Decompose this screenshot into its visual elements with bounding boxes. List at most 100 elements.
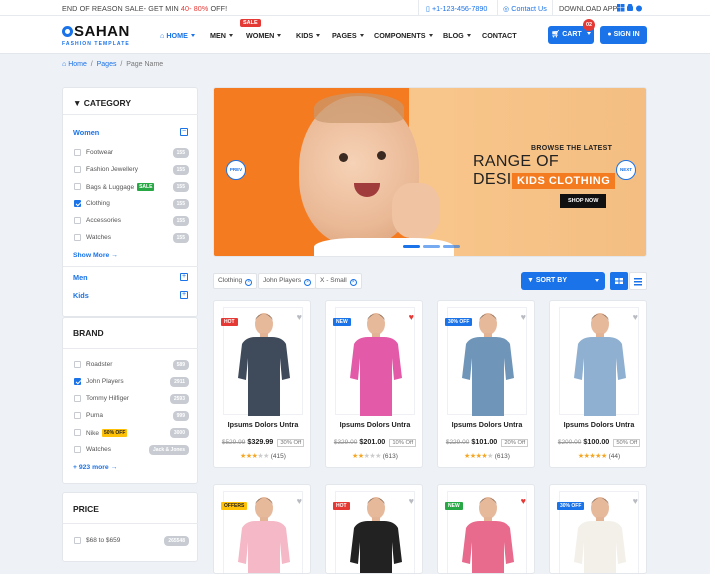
carousel-dot[interactable] [403, 245, 420, 248]
shop-now-button[interactable]: SHOP NOW [560, 194, 607, 208]
product-card[interactable]: 30% OFF ♥ Ipsums Dolors Untra $229.00 $101.… [437, 300, 535, 468]
category-card: ▼ CATEGORY Women − Footwear 155 Fashion J… [62, 87, 198, 317]
product-title[interactable]: Ipsums Dolors Untra [214, 420, 310, 429]
nav-components[interactable]: COMPONENTS [374, 31, 433, 40]
product-card[interactable]: OFFERS ♥ [213, 484, 311, 574]
category-item[interactable]: Fashion Jewellery 155 [73, 165, 189, 175]
app-store-icons[interactable] [617, 4, 643, 12]
checkbox[interactable] [74, 429, 81, 436]
heart-icon[interactable]: ♥ [409, 496, 414, 506]
heart-icon[interactable]: ♥ [633, 312, 638, 322]
expand-women-icon[interactable]: − [180, 128, 188, 136]
product-title[interactable]: Ipsums Dolors Untra [550, 420, 646, 429]
filter-chip[interactable]: John Players × [258, 273, 317, 289]
brand-item[interactable]: John Players 2911 [73, 377, 189, 387]
checkbox[interactable] [74, 149, 81, 156]
heart-icon[interactable]: ♥ [633, 496, 638, 506]
carousel-dot[interactable] [443, 245, 460, 248]
top-bar: END OF REASON SALE- GET MIN 40- 80% OFF!… [0, 0, 710, 16]
contact-link[interactable]: ◎ Contact Us [503, 4, 547, 13]
nav-pages[interactable]: PAGES [332, 31, 364, 40]
category-women[interactable]: Women [73, 128, 99, 137]
price-item[interactable]: $68 to $659 265548 [73, 536, 189, 546]
download-app-label: DOWNLOAD APP [559, 4, 618, 13]
category-title: ▼ CATEGORY [73, 98, 132, 108]
category-item[interactable]: Watches 155 [73, 233, 189, 243]
category-item[interactable]: Accessories 155 [73, 216, 189, 226]
list-view-button[interactable] [629, 272, 647, 290]
heart-icon[interactable]: ♥ [521, 496, 526, 506]
brand-item[interactable]: Tommy Hilfiger 2593 [73, 394, 189, 404]
expand-kids-icon[interactable]: + [180, 291, 188, 299]
brand-item[interactable]: Nike 50% OFF 3000 [73, 428, 189, 438]
breadcrumb-pages[interactable]: Pages [97, 61, 117, 68]
nav-contact[interactable]: CONTACT [482, 31, 517, 40]
sale-tag: SALE [137, 183, 155, 191]
grid-view-button[interactable] [610, 272, 628, 290]
filter-chip[interactable]: Clothing × [213, 273, 258, 289]
brand-item[interactable]: Puma 999 [73, 411, 189, 421]
product-title[interactable]: Ipsums Dolors Untra [438, 420, 534, 429]
more-brands-link[interactable]: + 923 more → [73, 464, 117, 471]
product-card[interactable]: NEW ♥ [437, 484, 535, 574]
expand-men-icon[interactable]: + [180, 273, 188, 281]
checkbox[interactable] [74, 183, 81, 190]
category-kids[interactable]: Kids [73, 291, 89, 300]
checkbox[interactable] [74, 166, 81, 173]
product-image[interactable] [559, 307, 639, 416]
star-icons: ★★★★★ [577, 453, 607, 460]
phone-link[interactable]: ▯ +1-123-456-7890 [426, 4, 487, 13]
nav-kids[interactable]: KIDS [296, 31, 321, 40]
close-icon[interactable]: × [304, 279, 312, 286]
product-card[interactable]: HOT ♥ [325, 484, 423, 574]
carousel-prev-button[interactable]: PREV [226, 160, 246, 180]
arrow-right-icon: → [110, 464, 118, 471]
product-badge: HOT [221, 318, 238, 326]
product-rating: ★★★★★ (44) [577, 453, 621, 460]
checkbox-checked[interactable] [74, 200, 81, 207]
carousel-dot[interactable] [423, 245, 440, 248]
checkbox[interactable] [74, 412, 81, 419]
carousel-next-button[interactable]: NEXT [616, 160, 636, 180]
product-card[interactable]: 30% OFF ♥ [549, 484, 647, 574]
close-icon[interactable]: × [349, 279, 357, 286]
nav-men[interactable]: MEN [210, 31, 233, 40]
checkbox-checked[interactable] [74, 378, 81, 385]
product-title[interactable]: Ipsums Dolors Untra [326, 420, 422, 429]
category-item[interactable]: Footwear 155 [73, 148, 189, 158]
heart-icon[interactable]: ♥ [297, 496, 302, 506]
price-card: PRICE $68 to $659 265548 [62, 492, 198, 562]
heart-icon[interactable]: ♥ [521, 312, 526, 322]
close-icon[interactable]: × [245, 279, 253, 286]
category-item[interactable]: Clothing 155 [73, 199, 189, 209]
brand-item[interactable]: Roadster 589 [73, 360, 189, 370]
filter-chip[interactable]: X - Small × [315, 273, 362, 289]
category-item[interactable]: Bags & Luggage SALE 155 [73, 182, 189, 192]
show-more-link[interactable]: Show More → [73, 252, 118, 259]
product-card[interactable]: HOT ♥ Ipsums Dolors Untra $529.99 $329.99 3… [213, 300, 311, 468]
checkbox[interactable] [74, 217, 81, 224]
phone-icon: ▯ [426, 4, 430, 13]
star-icons: ★★★★★ [464, 453, 493, 460]
heart-icon[interactable]: ♥ [409, 312, 414, 322]
category-men[interactable]: Men [73, 273, 88, 282]
checkbox[interactable] [74, 446, 81, 453]
checkbox[interactable] [74, 361, 81, 368]
sort-by-dropdown[interactable]: ▼ SORT BY [521, 272, 605, 290]
nav-home[interactable]: ⌂ HOME [160, 31, 195, 40]
product-price: $229.00 $101.00 20% Off [438, 437, 534, 447]
brand-item[interactable]: Watches Jack & Jones [73, 445, 189, 455]
sign-in-button[interactable]: ● SIGN IN [600, 26, 647, 44]
logo[interactable]: SAHAN FASHION TEMPLATE [62, 24, 130, 47]
price-title: PRICE [73, 504, 99, 514]
nav-blog[interactable]: BLOG [443, 31, 471, 40]
nav-women[interactable]: WOMEN [246, 31, 282, 40]
product-card[interactable]: NEW ♥ Ipsums Dolors Untra $329.00 $201.00 1… [325, 300, 423, 468]
breadcrumb-home[interactable]: ⌂ Home [62, 61, 87, 68]
checkbox[interactable] [74, 537, 81, 544]
heart-icon[interactable]: ♥ [297, 312, 302, 322]
checkbox[interactable] [74, 234, 81, 241]
product-card[interactable]: ♥ Ipsums Dolors Untra $200.00 $100.00 50% … [549, 300, 647, 468]
checkbox[interactable] [74, 395, 81, 402]
product-price: $529.99 $329.99 30% Off [214, 437, 310, 447]
